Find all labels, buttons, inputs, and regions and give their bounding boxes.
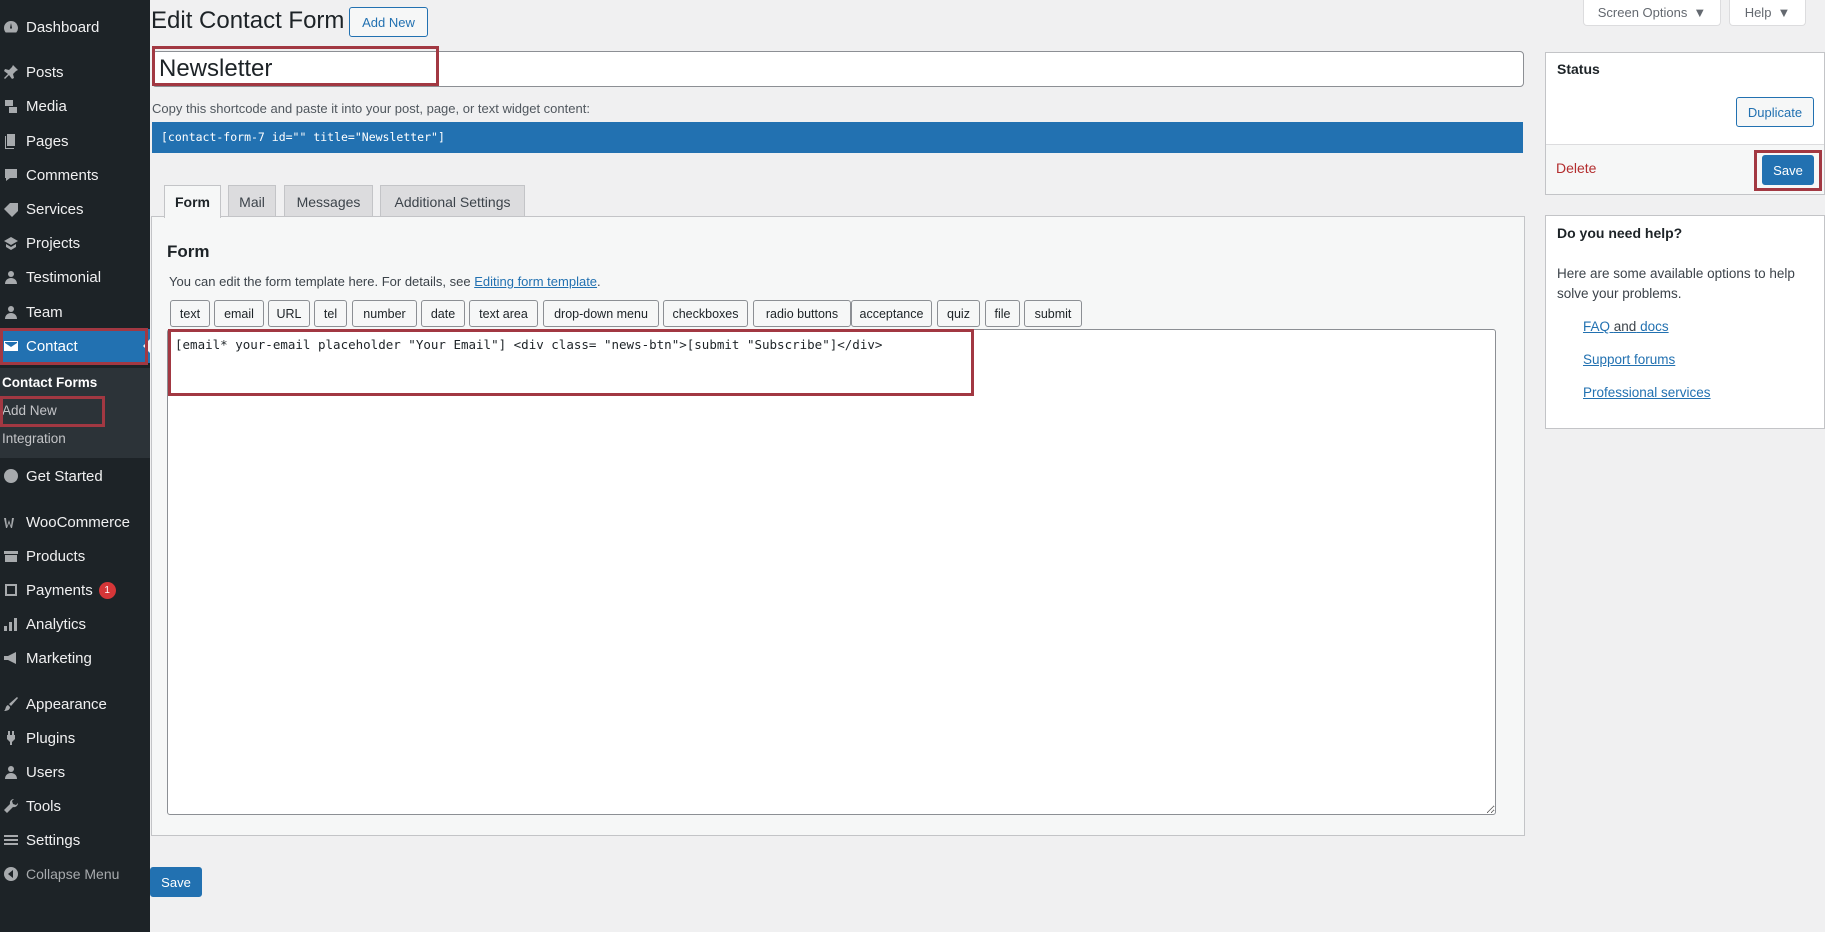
tag-button-checkboxes[interactable]: checkboxes <box>663 300 748 327</box>
help-button[interactable]: Help ▼ <box>1729 0 1806 26</box>
menu-testimonial[interactable]: Testimonial <box>0 260 150 294</box>
bar-chart-icon <box>0 616 26 632</box>
menu-payments[interactable]: Payments 1 <box>0 573 150 607</box>
admin-sidebar: Dashboard Posts Media Pages Comments Ser… <box>0 0 150 932</box>
menu-contact[interactable]: Contact <box>0 329 150 363</box>
menu-get-started[interactable]: Get Started <box>0 459 150 493</box>
active-menu-arrow <box>143 339 150 353</box>
save-button-bottom[interactable]: Save <box>150 867 202 897</box>
plug-icon <box>0 730 26 746</box>
tab-messages[interactable]: Messages <box>284 185 373 217</box>
collapse-icon <box>0 866 26 882</box>
docs-link[interactable]: docs <box>1640 319 1669 334</box>
help-faq-line: FAQ and docs <box>1583 319 1669 334</box>
faq-link[interactable]: FAQ <box>1583 319 1610 334</box>
tag-button-tel[interactable]: tel <box>314 300 347 327</box>
editing-form-template-link[interactable]: Editing form template <box>474 274 597 289</box>
media-icon <box>0 98 26 114</box>
save-button[interactable]: Save <box>1762 155 1814 185</box>
tag-button-text-area[interactable]: text area <box>469 300 538 327</box>
tag-button-radio-buttons[interactable]: radio buttons <box>753 300 851 327</box>
delete-link[interactable]: Delete <box>1556 160 1596 176</box>
form-panel-description: You can edit the form template here. For… <box>169 274 601 289</box>
add-new-button[interactable]: Add New <box>349 7 428 37</box>
tag-button-date[interactable]: date <box>421 300 465 327</box>
duplicate-button[interactable]: Duplicate <box>1736 97 1814 127</box>
dollar-icon <box>0 582 26 598</box>
menu-projects[interactable]: Projects <box>0 226 150 260</box>
contact-submenu: Contact Forms Add New Integration <box>0 368 150 458</box>
menu-tools[interactable]: Tools <box>0 789 150 823</box>
megaphone-icon <box>0 650 26 666</box>
status-box-title: Status <box>1557 61 1600 77</box>
tag-button-number[interactable]: number <box>352 300 417 327</box>
menu-posts[interactable]: Posts <box>0 55 150 89</box>
menu-services[interactable]: Services <box>0 192 150 226</box>
wrench-icon <box>0 798 26 814</box>
screen-options-button[interactable]: Screen Options ▼ <box>1583 0 1721 26</box>
help-box-text: Here are some available options to help … <box>1557 266 1795 301</box>
comment-icon <box>0 167 26 183</box>
page-title: Edit Contact Form <box>151 7 345 34</box>
menu-marketing[interactable]: Marketing <box>0 641 150 675</box>
shortcode-field[interactable]: [contact-form-7 id="" title="Newsletter"… <box>152 122 1523 153</box>
woo-icon <box>0 514 26 530</box>
brush-icon <box>0 696 26 712</box>
form-panel-heading: Form <box>167 242 210 261</box>
form-template-editor[interactable]: [email* your-email placeholder "Your Ema… <box>167 329 1496 815</box>
menu-media[interactable]: Media <box>0 89 150 123</box>
projects-icon <box>0 235 26 251</box>
user-icon <box>0 269 26 285</box>
menu-users[interactable]: Users <box>0 755 150 789</box>
dashboard-icon <box>0 19 26 35</box>
tab-additional-settings[interactable]: Additional Settings <box>380 185 525 217</box>
services-icon <box>0 201 26 217</box>
tag-button-url[interactable]: URL <box>268 300 310 327</box>
help-box-title: Do you need help? <box>1557 225 1683 241</box>
tag-button-acceptance[interactable]: acceptance <box>851 300 932 327</box>
tab-form[interactable]: Form <box>164 185 221 218</box>
users-icon <box>0 764 26 780</box>
professional-services-link[interactable]: Professional services <box>1583 385 1711 400</box>
payments-badge: 1 <box>98 581 116 599</box>
tag-button-email[interactable]: email <box>214 300 264 327</box>
tag-button-quiz[interactable]: quiz <box>937 300 980 327</box>
pin-icon <box>0 64 26 80</box>
menu-products[interactable]: Products <box>0 539 150 573</box>
submenu-integration[interactable]: Integration <box>2 431 66 446</box>
collapse-menu-button[interactable]: Collapse Menu <box>0 857 150 891</box>
submenu-contact-forms[interactable]: Contact Forms <box>2 375 97 390</box>
form-title-input[interactable] <box>152 51 1524 87</box>
gauge-icon <box>0 468 26 484</box>
shortcode-label: Copy this shortcode and paste it into yo… <box>152 101 590 116</box>
submenu-add-new[interactable]: Add New <box>2 403 57 418</box>
tag-button-text[interactable]: text <box>170 300 210 327</box>
caret-down-icon: ▼ <box>1777 5 1791 20</box>
settings-icon <box>0 832 26 848</box>
menu-pages[interactable]: Pages <box>0 124 150 158</box>
user-icon <box>0 304 26 320</box>
mail-icon <box>0 338 26 354</box>
menu-appearance[interactable]: Appearance <box>0 687 150 721</box>
tab-mail[interactable]: Mail <box>228 185 276 217</box>
menu-settings[interactable]: Settings <box>0 823 150 857</box>
archive-icon <box>0 548 26 564</box>
tag-button-submit[interactable]: submit <box>1024 300 1082 327</box>
menu-analytics[interactable]: Analytics <box>0 607 150 641</box>
pages-icon <box>0 133 26 149</box>
caret-down-icon: ▼ <box>1693 5 1707 20</box>
tag-button-file[interactable]: file <box>985 300 1020 327</box>
menu-comments[interactable]: Comments <box>0 158 150 192</box>
menu-woocommerce[interactable]: WooCommerce <box>0 505 150 539</box>
menu-dashboard[interactable]: Dashboard <box>0 10 150 44</box>
support-forums-link[interactable]: Support forums <box>1583 352 1675 367</box>
menu-team[interactable]: Team <box>0 295 150 329</box>
menu-plugins[interactable]: Plugins <box>0 721 150 755</box>
tag-button-drop-down-menu[interactable]: drop-down menu <box>543 300 659 327</box>
